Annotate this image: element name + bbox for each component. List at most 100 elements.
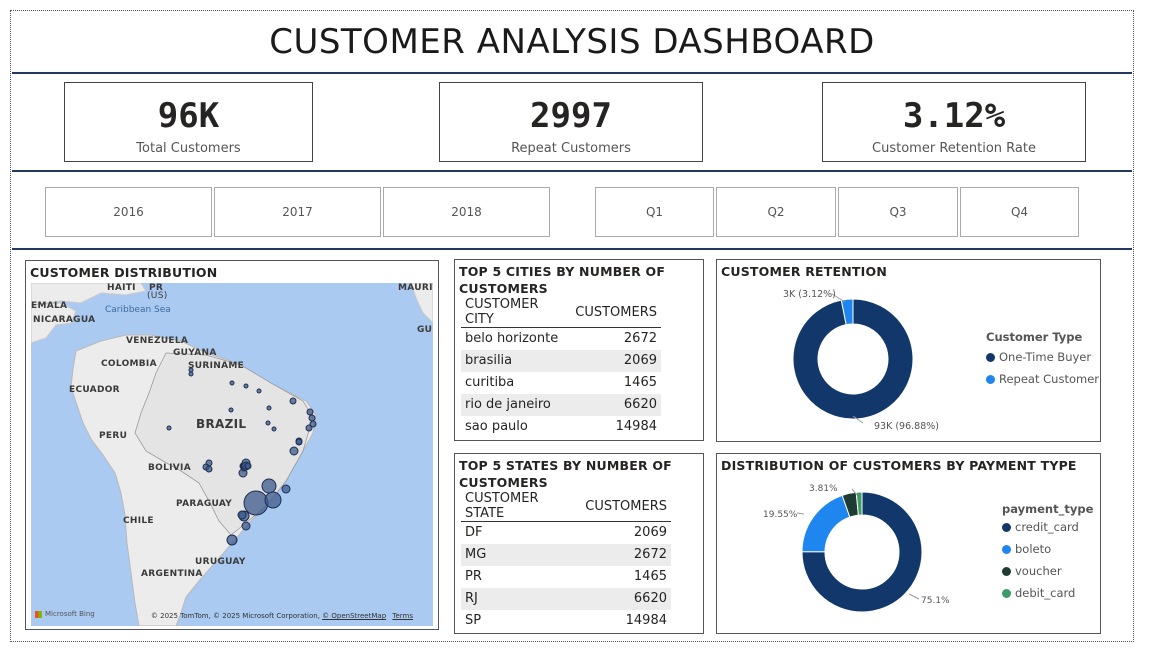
bubble-fortaleza xyxy=(289,397,297,405)
bubble-sao-luis xyxy=(256,388,262,394)
bubble-teresina xyxy=(266,405,272,411)
map-label-paraguay: PARAGUAY xyxy=(176,499,233,509)
bubble-j xyxy=(188,371,194,377)
slicer-year-2016[interactable]: 2016 xyxy=(45,187,212,237)
map-label-ecuador: ECUADOR xyxy=(69,385,120,395)
slicer-q2[interactable]: Q2 xyxy=(716,187,836,237)
bubble-natal xyxy=(306,408,314,416)
cell-count: 14984 xyxy=(625,613,667,628)
map-canvas[interactable]: HAITI PR (US) MAURIT GUI EMALA NICARAGUA… xyxy=(31,283,433,626)
bubble-campo-grande xyxy=(205,465,213,473)
data-label-repeat: 3K (3.12%) xyxy=(783,289,836,300)
legend-item-onetime[interactable]: One-Time Buyer xyxy=(986,346,1099,368)
table-row: RJ 6620 xyxy=(461,587,671,610)
map-label-nicaragua: NICARAGUA xyxy=(33,315,96,325)
map-label-chile: CHILE xyxy=(123,516,154,526)
col-customers[interactable]: CUSTOMERS xyxy=(571,297,661,328)
cell-city: belo horizonte xyxy=(465,331,559,347)
legend-label: boleto xyxy=(1015,542,1052,556)
legend-label: debit_card xyxy=(1015,586,1076,600)
slicer-q3[interactable]: Q3 xyxy=(838,187,958,237)
bubble-sao-paulo xyxy=(243,490,269,516)
col-city[interactable]: CUSTOMER CITY xyxy=(461,297,572,328)
bing-label: Microsoft Bing xyxy=(45,610,95,618)
table-row: rio de janeiro 6620 xyxy=(461,393,661,416)
slicer-year-2018[interactable]: 2018 xyxy=(383,187,550,237)
table-row: DF 2069 xyxy=(461,522,671,544)
kpi-label: Customer Retention Rate xyxy=(872,141,1036,156)
col-state[interactable]: CUSTOMER STATE xyxy=(461,491,582,522)
map-label-argentina: ARGENTINA xyxy=(141,569,203,579)
table-row: sao paulo 14984 xyxy=(461,416,661,438)
legend-item-boleto[interactable]: boleto xyxy=(1002,538,1093,560)
col-customers[interactable]: CUSTOMERS xyxy=(581,491,671,522)
slicer-q4[interactable]: Q4 xyxy=(960,187,1079,237)
table-row: brasilia 2069 xyxy=(461,349,661,372)
cell-city: brasilia xyxy=(461,349,572,372)
map-label-haiti: HAITI xyxy=(107,283,136,293)
kpi-value: 3.12% xyxy=(902,96,1006,136)
kpi-value: 96K xyxy=(157,96,220,136)
map-label-caribbean: Caribbean Sea xyxy=(105,305,171,315)
legend-dot-icon xyxy=(986,374,995,384)
divider xyxy=(12,72,1132,74)
states-table: CUSTOMER STATE CUSTOMERS DF 2069 MG 2672 P… xyxy=(461,491,671,632)
legend-item-credit-card[interactable]: credit_card xyxy=(1002,516,1093,538)
cell-count: 6620 xyxy=(571,393,661,416)
bubble-rio xyxy=(264,491,282,509)
payment-legend: payment_type credit_card boleto voucher … xyxy=(1002,502,1093,604)
kpi-label: Total Customers xyxy=(136,141,241,156)
bubble-poa xyxy=(226,534,238,546)
table-row: SP 14984 xyxy=(461,610,671,632)
microsoft-logo-icon xyxy=(35,610,42,618)
map-label-colombia: COLOMBIA xyxy=(101,359,157,369)
table-header: CUSTOMER STATE CUSTOMERS xyxy=(461,491,671,522)
slicer-year-2017[interactable]: 2017 xyxy=(214,187,381,237)
bubble-b xyxy=(241,521,251,531)
retention-slices xyxy=(792,298,914,420)
states-panel: TOP 5 STATES BY NUMBER OF CUSTOMERS CUST… xyxy=(454,453,704,634)
kpi-label: Repeat Customers xyxy=(511,141,631,156)
cell-state: SP xyxy=(465,613,482,628)
cell-state: MG xyxy=(461,543,582,566)
cell-count: 14984 xyxy=(615,419,657,434)
terms-link[interactable]: Terms xyxy=(392,612,413,620)
map-label-guiana: GUI xyxy=(417,325,433,335)
cell-count: 2672 xyxy=(623,331,657,347)
cell-state: RJ xyxy=(461,587,582,610)
map-label-emala: EMALA xyxy=(31,301,68,311)
legend-item-voucher[interactable]: voucher xyxy=(1002,560,1093,582)
states-title: TOP 5 STATES BY NUMBER OF CUSTOMERS xyxy=(459,458,672,490)
map-svg xyxy=(31,283,433,626)
osm-link[interactable]: © OpenStreetMap xyxy=(322,612,386,620)
legend-label: Repeat Customer xyxy=(999,372,1099,386)
payment-panel: DISTRIBUTION OF CUSTOMERS BY PAYMENT TYP… xyxy=(716,453,1101,634)
cell-city: rio de janeiro xyxy=(461,393,572,416)
payment-slice-boleto[interactable] xyxy=(801,494,851,553)
map-label-bolivia: BOLIVIA xyxy=(148,463,191,473)
divider xyxy=(12,248,1132,250)
legend-dot-icon xyxy=(1002,566,1011,576)
legend-dot-icon xyxy=(1002,544,1011,554)
bing-logo: Microsoft Bing xyxy=(35,610,95,618)
legend-label: voucher xyxy=(1015,564,1062,578)
bubble-joao-pessoa xyxy=(308,414,316,422)
kpi-value: 2997 xyxy=(530,96,612,136)
legend-title: payment_type xyxy=(1002,502,1094,516)
legend-label: One-Time Buyer xyxy=(999,350,1092,364)
table-header: CUSTOMER CITY CUSTOMERS xyxy=(461,297,661,328)
bubble-bh xyxy=(261,478,277,494)
leader-line xyxy=(908,593,920,600)
map-label-suriname: SURINAME xyxy=(188,361,245,371)
retention-panel: CUSTOMER RETENTION 3K (3.12%) 93K (96.88… xyxy=(716,259,1101,442)
legend-item-debit-card[interactable]: debit_card xyxy=(1002,582,1093,604)
legend-dot-icon xyxy=(1002,588,1011,598)
cities-title: TOP 5 CITIES BY NUMBER OF CUSTOMERS xyxy=(459,264,666,296)
bubble-n xyxy=(244,462,252,470)
cell-count: 2672 xyxy=(581,543,671,566)
legend-item-repeat[interactable]: Repeat Customer xyxy=(986,368,1099,390)
slicer-q1[interactable]: Q1 xyxy=(595,187,714,237)
map-label-guyana: GUYANA xyxy=(173,348,217,358)
payment-slices xyxy=(801,491,923,613)
map-label-venezuela: VENEZUELA xyxy=(126,336,189,346)
